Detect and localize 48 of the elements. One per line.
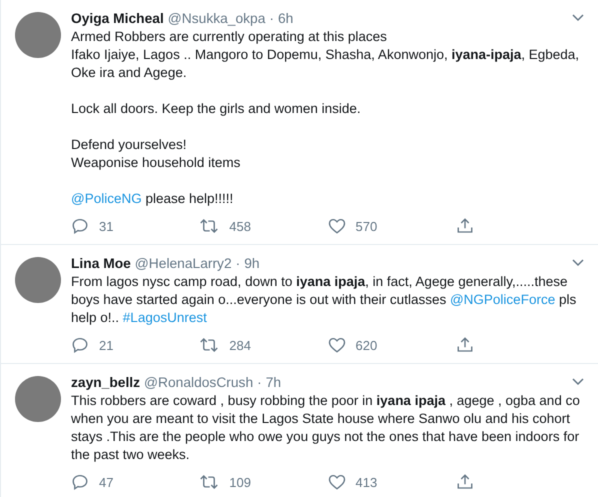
user-handle[interactable]: @RonaldosCrush [144,374,254,392]
tweet-text: @PoliceNG please help!!!!! [71,190,234,208]
tweet-text: From lagos nysc camp road, down to iyana ipaja, in fact, Agege generally,.....these boys have started again o...everyone is out with their cutlasses @NGPoliceForce pls help o!.. #LagosUnrest [71,273,578,327]
heart-icon[interactable] [328,336,346,354]
user-handle[interactable]: @HelenaLarry2 [134,255,232,273]
reply-count: 21 [99,338,114,352]
reply-icon[interactable] [71,217,89,235]
retweet-icon[interactable] [199,473,220,491]
like-count: 620 [356,338,378,352]
avatar-photo[interactable] [15,257,61,303]
user-name[interactable]: Lina Moe [71,255,131,273]
user-handle[interactable]: @Nsukka_okpa [168,10,266,28]
separator-dot: · [236,255,240,273]
tweet-text: Defend yourselves! Weaponise household items [71,136,242,172]
avatar-photo[interactable] [15,12,61,58]
mention-link[interactable]: @NGPoliceForce [450,292,556,307]
tweet-text: This robbers are coward , busy robbing the poor in iyana ipaja , agege , ogba and co when you are meant to visit the Lagos State house where Sanwo olu and his cohort stays .This are the people who owe you guys not the ones that have been indoors for the past two weeks. [71,392,581,464]
reply-icon[interactable] [71,336,89,354]
reply-count: 31 [99,218,114,234]
share-icon[interactable] [456,336,474,354]
tweet-time[interactable]: 7h [266,374,282,392]
tweet-time[interactable]: 6h [278,10,294,28]
retweet-count: 458 [229,218,251,234]
reply-count: 47 [99,474,114,490]
heart-icon[interactable] [328,217,346,235]
chevron-down-icon[interactable] [572,378,584,386]
tweet-text: Lock all doors. Keep the girls and women inside. [71,100,362,118]
chevron-down-icon[interactable] [572,259,584,267]
separator-dot: · [257,374,262,392]
mention-link[interactable]: #LagosUnrest [122,310,207,325]
user-name[interactable]: zayn_bellz [71,374,140,392]
tweet-text: Armed Robbers are currently operating at this places Ifako Ijaiye, Lagos .. Mangoro to Dopemu, Shasha, Akonwonjo, iyana-ipaja, Egbeda, Oke ira and Agege. [71,28,580,82]
mention-link[interactable]: @PoliceNG [71,191,142,206]
chevron-down-icon[interactable] [572,14,584,22]
heart-icon[interactable] [328,473,346,491]
retweet-count: 109 [229,474,251,490]
user-name[interactable]: Oyiga Micheal [71,10,164,28]
retweet-count: 284 [229,338,251,352]
share-icon[interactable] [456,217,474,235]
like-count: 570 [356,218,378,234]
like-count: 413 [356,474,378,490]
tweet-time[interactable]: 9h [244,255,260,273]
retweet-icon[interactable] [199,336,220,354]
retweet-icon[interactable] [199,217,220,235]
avatar-photo[interactable] [15,376,61,422]
separator-dot: · [269,10,274,28]
share-icon[interactable] [456,473,474,491]
reply-icon[interactable] [71,473,89,491]
